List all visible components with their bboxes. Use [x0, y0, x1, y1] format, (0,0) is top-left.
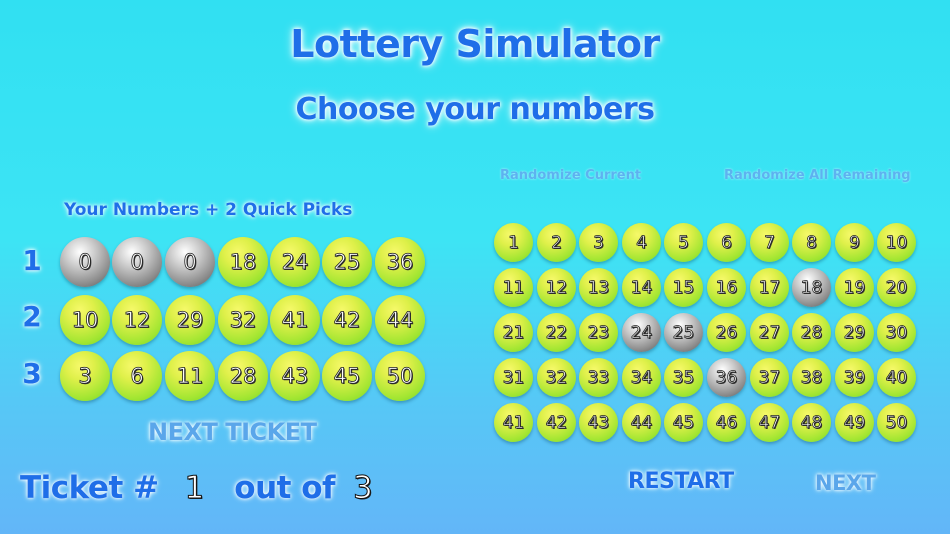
ticket-ball[interactable]: 32 — [218, 295, 268, 345]
number-ball[interactable]: 24 — [622, 313, 661, 352]
number-ball[interactable]: 6 — [707, 223, 746, 262]
ticket-current-number: 1 — [184, 470, 205, 507]
number-ball[interactable]: 2 — [537, 223, 576, 262]
next-ticket-button[interactable]: NEXT TICKET — [148, 418, 317, 446]
your-numbers-label: Your Numbers + 2 Quick Picks — [64, 200, 353, 220]
number-ball[interactable]: 9 — [835, 223, 874, 262]
ticket-ball[interactable]: 43 — [270, 351, 320, 401]
number-ball[interactable]: 18 — [792, 268, 831, 307]
ticket-ball[interactable]: 3 — [60, 351, 110, 401]
ticket-ball[interactable]: 50 — [375, 351, 425, 401]
number-ball[interactable]: 27 — [750, 313, 789, 352]
randomize-all-remaining-button[interactable]: Randomize All Remaining — [724, 168, 911, 183]
number-ball[interactable]: 5 — [664, 223, 703, 262]
ticket-prefix: Ticket # — [20, 470, 159, 506]
number-ball[interactable]: 16 — [707, 268, 746, 307]
number-ball[interactable]: 31 — [494, 358, 533, 397]
number-ball[interactable]: 42 — [537, 403, 576, 442]
ticket-row-label: 2 — [22, 300, 42, 333]
number-ball[interactable]: 22 — [537, 313, 576, 352]
number-ball[interactable]: 1 — [494, 223, 533, 262]
number-ball[interactable]: 28 — [792, 313, 831, 352]
restart-button[interactable]: RESTART — [628, 469, 734, 494]
number-ball[interactable]: 46 — [707, 403, 746, 442]
number-ball[interactable]: 3 — [579, 223, 618, 262]
number-ball[interactable]: 29 — [835, 313, 874, 352]
number-ball[interactable]: 39 — [835, 358, 874, 397]
number-ball[interactable]: 48 — [792, 403, 831, 442]
number-ball[interactable]: 20 — [877, 268, 916, 307]
ticket-ball[interactable]: 45 — [322, 351, 372, 401]
ticket-ball[interactable]: 10 — [60, 295, 110, 345]
number-ball[interactable]: 38 — [792, 358, 831, 397]
ticket-out-of: out of — [234, 470, 336, 506]
ticket-ball[interactable]: 41 — [270, 295, 320, 345]
ticket-ball[interactable]: 0 — [60, 237, 110, 287]
number-ball[interactable]: 35 — [664, 358, 703, 397]
ticket-ball[interactable]: 28 — [218, 351, 268, 401]
ticket-ball[interactable]: 6 — [112, 351, 162, 401]
randomize-current-button[interactable]: Randomize Current — [500, 168, 641, 183]
number-ball[interactable]: 44 — [622, 403, 661, 442]
ticket-row-label: 3 — [22, 357, 42, 390]
number-ball[interactable]: 14 — [622, 268, 661, 307]
ticket-ball[interactable]: 0 — [165, 237, 215, 287]
number-ball[interactable]: 50 — [877, 403, 916, 442]
next-button[interactable]: NEXT — [815, 471, 876, 495]
number-ball[interactable]: 21 — [494, 313, 533, 352]
number-ball[interactable]: 19 — [835, 268, 874, 307]
number-ball[interactable]: 47 — [750, 403, 789, 442]
number-ball[interactable]: 32 — [537, 358, 576, 397]
number-ball[interactable]: 40 — [877, 358, 916, 397]
app-title: Lottery Simulator — [290, 22, 660, 66]
ticket-ball[interactable]: 18 — [218, 237, 268, 287]
number-ball[interactable]: 41 — [494, 403, 533, 442]
number-ball[interactable]: 33 — [579, 358, 618, 397]
number-ball[interactable]: 12 — [537, 268, 576, 307]
number-ball[interactable]: 13 — [579, 268, 618, 307]
number-ball[interactable]: 17 — [750, 268, 789, 307]
number-ball[interactable]: 15 — [664, 268, 703, 307]
ticket-ball[interactable]: 24 — [270, 237, 320, 287]
ticket-status: Ticket # 1 out of 3 — [20, 470, 373, 510]
number-ball[interactable]: 26 — [707, 313, 746, 352]
ticket-ball[interactable]: 0 — [112, 237, 162, 287]
number-ball[interactable]: 7 — [750, 223, 789, 262]
page-subtitle: Choose your numbers — [295, 92, 655, 127]
number-ball[interactable]: 30 — [877, 313, 916, 352]
number-ball[interactable]: 43 — [579, 403, 618, 442]
number-ball[interactable]: 36 — [707, 358, 746, 397]
ticket-ball[interactable]: 12 — [112, 295, 162, 345]
ticket-ball[interactable]: 42 — [322, 295, 372, 345]
number-ball[interactable]: 45 — [664, 403, 703, 442]
number-ball[interactable]: 8 — [792, 223, 831, 262]
ticket-ball[interactable]: 11 — [165, 351, 215, 401]
ticket-ball[interactable]: 29 — [165, 295, 215, 345]
number-ball[interactable]: 10 — [877, 223, 916, 262]
ticket-ball[interactable]: 25 — [322, 237, 372, 287]
number-ball[interactable]: 37 — [750, 358, 789, 397]
number-ball[interactable]: 4 — [622, 223, 661, 262]
ticket-row-label: 1 — [22, 244, 42, 277]
ticket-total-number: 3 — [353, 470, 374, 507]
number-ball[interactable]: 23 — [579, 313, 618, 352]
ticket-ball[interactable]: 36 — [375, 237, 425, 287]
number-ball[interactable]: 11 — [494, 268, 533, 307]
number-ball[interactable]: 25 — [664, 313, 703, 352]
ticket-ball[interactable]: 44 — [375, 295, 425, 345]
number-ball[interactable]: 34 — [622, 358, 661, 397]
number-ball[interactable]: 49 — [835, 403, 874, 442]
